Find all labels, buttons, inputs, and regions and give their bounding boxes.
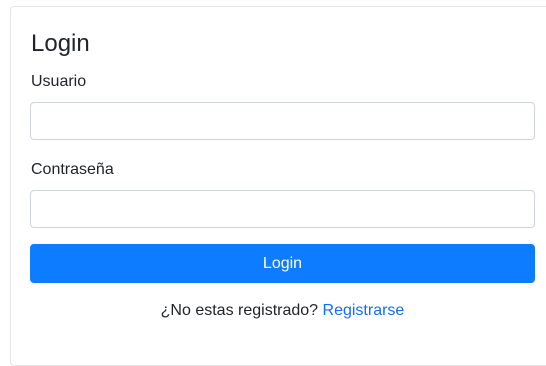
register-prompt-line: ¿No estas registrado? Registrarse bbox=[0, 301, 546, 321]
register-link[interactable]: Registrarse bbox=[323, 302, 405, 319]
password-label: Contraseña bbox=[31, 161, 114, 178]
register-prompt-text: ¿No estas registrado? bbox=[160, 302, 319, 319]
login-title: Login bbox=[31, 30, 90, 57]
password-input[interactable] bbox=[30, 190, 535, 228]
username-label: Usuario bbox=[31, 73, 87, 90]
username-input[interactable] bbox=[30, 102, 535, 140]
login-button[interactable]: Login bbox=[30, 244, 535, 283]
